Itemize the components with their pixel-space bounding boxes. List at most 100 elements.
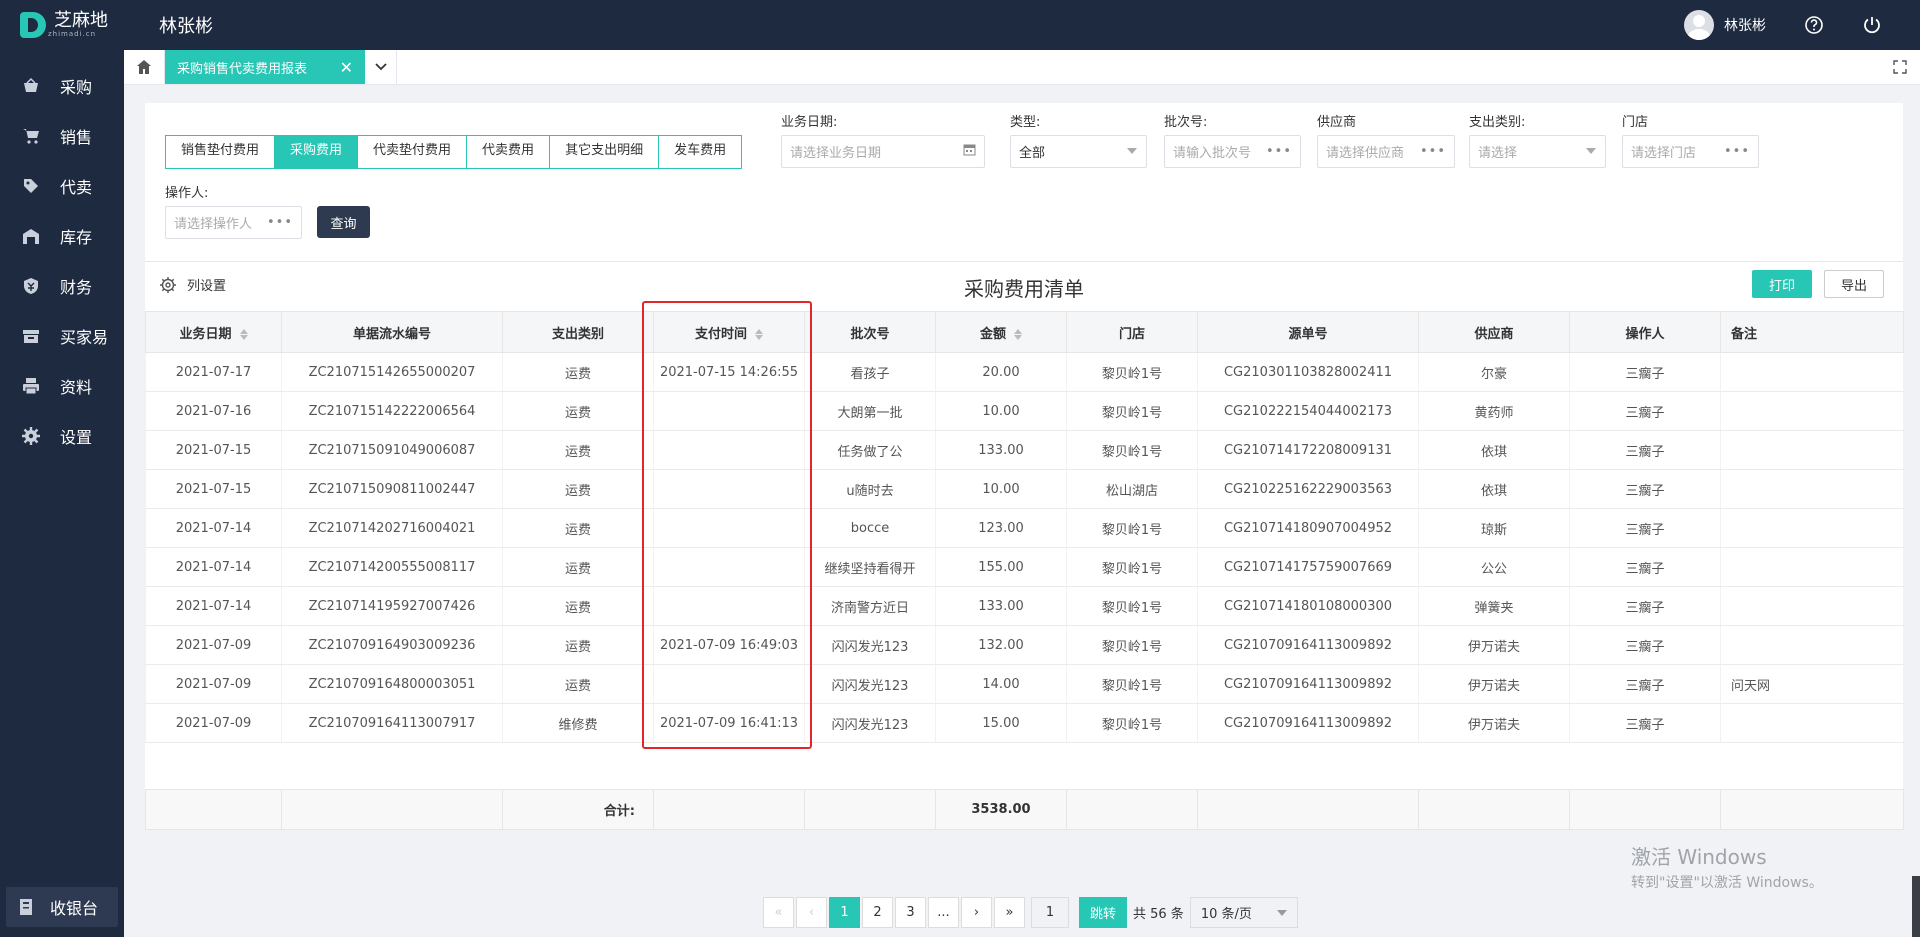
store-filter: 门店 请选择门店 ••• [1622, 111, 1759, 168]
table-row[interactable]: 2021-07-09 ZC210709164113007917 维修费 2021-07… [145, 703, 1904, 743]
table-row[interactable]: 2021-07-09 ZC210709164903009236 运费 2021-07-… [145, 625, 1904, 665]
operator-input[interactable]: 请选择操作人 ••• [165, 206, 302, 239]
cashier-button[interactable]: 收银台 [6, 887, 118, 927]
tag-icon [22, 177, 40, 195]
sidebar-item-inventory[interactable]: 库存 [0, 211, 124, 261]
more-icon[interactable]: ••• [267, 215, 293, 230]
tab-report[interactable]: 采购销售代卖费用报表 ✕ [165, 50, 365, 84]
sort-icon [755, 328, 763, 341]
home-tab[interactable] [124, 50, 165, 84]
page-ellipsis[interactable]: ... [928, 897, 959, 928]
table-cell: 155.00 [935, 547, 1067, 587]
sidebar-item-buyer[interactable]: 买家易 [0, 311, 124, 361]
table-cell: 2021-07-09 16:49:03 [653, 625, 805, 665]
page-button[interactable]: 2 [862, 897, 893, 928]
table-row[interactable]: 2021-07-15 ZC210715090811002447 运费 u随时去 10.0… [145, 469, 1904, 509]
supplier-placeholder: 请选择供应商 [1326, 146, 1405, 161]
logo-subtext: zhimadi.cn [48, 30, 97, 38]
sidebar-item-consign[interactable]: 代卖 [0, 161, 124, 211]
more-icon[interactable]: ••• [1420, 144, 1446, 159]
header-amount[interactable]: 金额 [935, 311, 1067, 353]
type-tab-dispatch[interactable]: 发车费用 [659, 136, 742, 168]
query-button[interactable]: 查询 [317, 206, 370, 238]
print-button[interactable]: 打印 [1752, 270, 1812, 298]
logo[interactable]: 芝麻地 zhimadi.cn [0, 0, 124, 50]
sidebar-item-label: 销售 [60, 128, 93, 147]
table-row[interactable]: 2021-07-09 ZC210709164800003051 运费 闪闪发光123 1… [145, 664, 1904, 704]
table-row[interactable]: 2021-07-14 ZC210714200555008117 运费 继续坚持看得开 1… [145, 547, 1904, 587]
prev-page-button[interactable]: ‹ [796, 897, 827, 928]
table-row[interactable]: 2021-07-16 ZC210715142222006564 运费 大朗第一批 10.… [145, 391, 1904, 431]
table-cell: 20.00 [935, 352, 1067, 392]
more-icon[interactable]: ••• [1266, 144, 1292, 159]
total-cell [1066, 789, 1198, 830]
store-icon [22, 327, 40, 345]
sidebar-item-purchase[interactable]: 采购 [0, 61, 124, 111]
sidebar-item-settings[interactable]: 设置 [0, 411, 124, 461]
date-input[interactable]: 请选择业务日期 [781, 135, 985, 168]
expense-select[interactable]: 请选择 [1469, 135, 1606, 168]
first-page-button[interactable]: « [763, 897, 794, 928]
avatar[interactable] [1684, 10, 1714, 40]
scrollbar[interactable] [1912, 876, 1920, 937]
page-button[interactable]: 1 [829, 897, 860, 928]
next-page-button[interactable]: › [961, 897, 992, 928]
table-cell: CG210301103828002411 [1197, 352, 1419, 392]
table-cell: 闪闪发光123 [804, 703, 936, 743]
calendar-icon[interactable] [963, 143, 976, 160]
supplier-input[interactable]: 请选择供应商 ••• [1317, 135, 1455, 168]
fullscreen-button[interactable] [1880, 50, 1920, 84]
table-row[interactable]: 2021-07-15 ZC210715091049006087 运费 任务做了公 133… [145, 430, 1904, 470]
help-icon[interactable] [1804, 15, 1824, 35]
table-cell: 运费 [502, 430, 654, 470]
header-store: 门店 [1066, 311, 1198, 353]
page-size-select[interactable]: 10 条/页 [1189, 897, 1298, 928]
more-icon[interactable]: ••• [1724, 144, 1750, 159]
caret-down-icon [1585, 144, 1597, 159]
sidebar-item-sales[interactable]: 销售 [0, 111, 124, 161]
header-pay-time[interactable]: 支付时间 [653, 311, 805, 353]
type-tab-consign-advance[interactable]: 代卖垫付费用 [358, 136, 468, 168]
jump-button[interactable]: 跳转 [1079, 897, 1127, 928]
table-cell: 继续坚持看得开 [804, 547, 936, 587]
type-select[interactable]: 全部 [1010, 135, 1147, 168]
table-cell: 黎贝岭1号 [1066, 703, 1198, 743]
sidebar-item-data[interactable]: 资料 [0, 361, 124, 411]
table-row[interactable]: 2021-07-17 ZC210715142655000207 运费 2021-07-… [145, 352, 1904, 392]
last-page-button[interactable]: » [994, 897, 1025, 928]
type-tab-sales-advance[interactable]: 销售垫付费用 [166, 136, 276, 168]
sort-icon [239, 328, 248, 341]
table-cell: 依琪 [1418, 469, 1570, 509]
cashier-label: 收银台 [50, 899, 99, 918]
table-cell: 15.00 [935, 703, 1067, 743]
total-cell [1720, 789, 1904, 830]
table-cell: 123.00 [935, 508, 1067, 548]
type-tab-other[interactable]: 其它支出明细 [550, 136, 660, 168]
type-tab-purchase[interactable]: 采购费用 [275, 136, 359, 168]
close-icon[interactable]: ✕ [340, 58, 353, 77]
table-cell: 运费 [502, 547, 654, 587]
tab-dropdown[interactable] [365, 50, 397, 84]
page-button[interactable]: 3 [895, 897, 926, 928]
table-cell: 三瘸子 [1569, 352, 1721, 392]
store-input[interactable]: 请选择门店 ••• [1622, 135, 1759, 168]
header-remark: 备注 [1720, 311, 1904, 353]
header-date[interactable]: 业务日期 [145, 311, 282, 353]
type-tab-consign[interactable]: 代卖费用 [467, 136, 551, 168]
user-name[interactable]: 林张彬 [1724, 15, 1766, 35]
table-row[interactable]: 2021-07-14 ZC210714202716004021 运费 bocce 123… [145, 508, 1904, 548]
expense-label: 支出类别: [1469, 115, 1526, 130]
sidebar-item-finance[interactable]: 财务 [0, 261, 124, 311]
table-cell [653, 469, 805, 509]
table-cell: 运费 [502, 391, 654, 431]
table-header-row: 业务日期 单据流水编号 支出类别 支付时间 批次号 金额 门店 源单号 供应商 … [145, 311, 1904, 353]
topbar: 林张彬 林张彬 [124, 0, 1920, 50]
batch-input[interactable]: 请输入批次号 ••• [1164, 135, 1301, 168]
type-filter: 类型: 全部 [1010, 111, 1147, 168]
batch-label: 批次号: [1164, 115, 1208, 130]
table-row[interactable]: 2021-07-14 ZC210714195927007426 运费 济南警方近日 13… [145, 586, 1904, 626]
page-number-input[interactable]: 1 [1031, 897, 1069, 928]
power-icon[interactable] [1862, 15, 1882, 35]
table-cell: 黎贝岭1号 [1066, 547, 1198, 587]
export-button[interactable]: 导出 [1824, 270, 1884, 298]
